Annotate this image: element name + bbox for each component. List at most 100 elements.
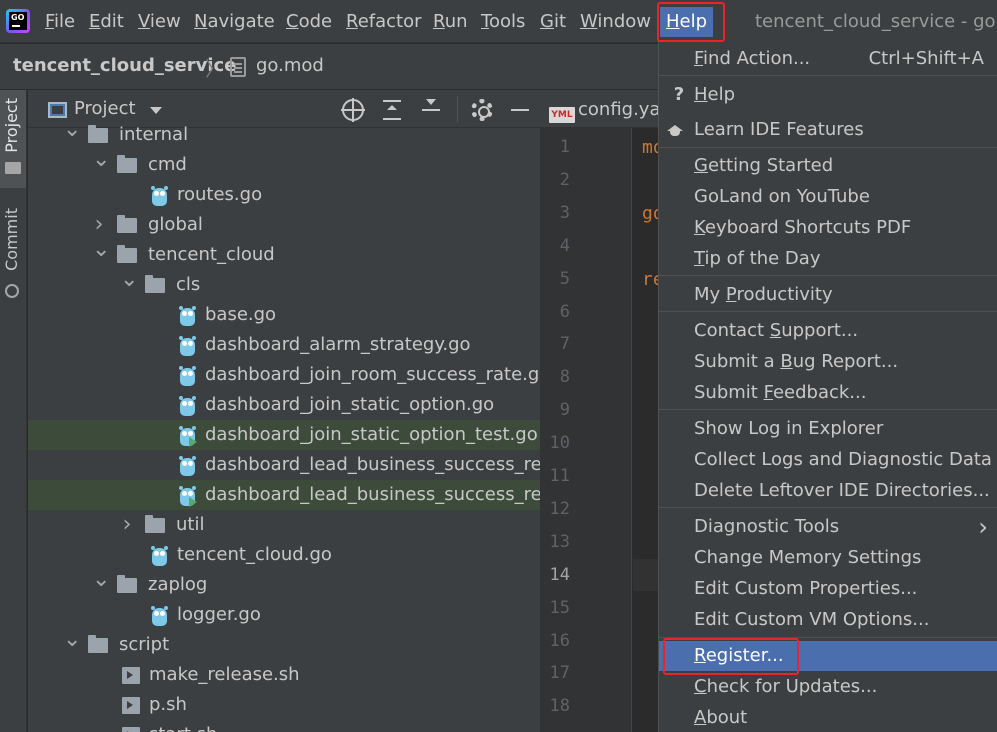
help-menu-item-diagnostic-tools[interactable]: Diagnostic Tools ›: [659, 512, 997, 542]
chevron-down-icon[interactable]: ⌄: [63, 625, 81, 655]
tree-row[interactable]: routes.go: [28, 180, 540, 210]
tree-row[interactable]: base.go: [28, 300, 540, 330]
help-menu-item-about[interactable]: About: [659, 703, 997, 732]
help-menu-item-collect-logs-and-diagnostic-data[interactable]: Collect Logs and Diagnostic Data: [659, 445, 997, 475]
menu-file[interactable]: File: [45, 9, 75, 35]
help-menu-item-check-for-updates[interactable]: Check for Updates...: [659, 672, 997, 702]
chevron-down-icon[interactable]: ⌄: [92, 235, 110, 265]
help-menu-item-submit-a-bug-report[interactable]: Submit a Bug Report...: [659, 347, 997, 377]
commit-tool-tab[interactable]: Commit: [0, 200, 26, 300]
help-menu-annotation-box: [657, 2, 725, 42]
go-file-icon: [179, 335, 196, 356]
menu-tools[interactable]: Tools: [481, 9, 525, 35]
line-number: 10: [549, 433, 570, 454]
menu-separator: [659, 75, 997, 76]
breadcrumb-project[interactable]: tencent_cloud_service: [13, 55, 236, 76]
help-menu-item-goland-on-youtube[interactable]: GoLand on YouTube: [659, 182, 997, 212]
menu-separator: [659, 507, 997, 508]
tree-item-label: util: [176, 514, 205, 535]
line-number: 6: [559, 301, 570, 322]
help-menu-item-my-productivity[interactable]: My Productivity: [659, 280, 997, 310]
menu-code[interactable]: Code: [286, 9, 332, 35]
chevron-down-icon[interactable]: ⌄: [92, 145, 110, 175]
tree-row[interactable]: ⌄ tencent_cloud: [28, 237, 540, 270]
menu-view[interactable]: View: [138, 9, 181, 35]
help-menu-item-tip-of-the-day[interactable]: Tip of the Day: [659, 244, 997, 274]
tree-row[interactable]: dashboard_join_static_option.go: [28, 390, 540, 420]
menu-window[interactable]: Window: [580, 9, 651, 35]
commit-tool-tab-label: Commit: [2, 208, 21, 271]
tree-item-label: dashboard_join_room_success_rate.go: [205, 364, 540, 385]
menu-separator: [659, 275, 997, 276]
minimize-icon[interactable]: [509, 99, 531, 121]
tree-row[interactable]: p.sh: [28, 690, 540, 720]
collapse-all-icon[interactable]: [420, 99, 442, 121]
help-menu-item-contact-support[interactable]: Contact Support...: [659, 316, 997, 346]
chevron-down-icon[interactable]: ⌄: [120, 265, 138, 295]
menu-navigate[interactable]: Navigate: [194, 9, 275, 35]
help-menu-item-edit-custom-properties[interactable]: Edit Custom Properties...: [659, 574, 997, 604]
tree-row[interactable]: start.sh: [28, 720, 540, 732]
tree-item-label: logger.go: [177, 604, 261, 625]
help-menu-item-getting-started[interactable]: Getting Started: [659, 151, 997, 181]
project-tool-tab[interactable]: Project: [0, 90, 26, 188]
menu-item-label: Help: [694, 84, 736, 105]
tree-row[interactable]: dashboard_join_room_success_rate.go: [28, 360, 540, 390]
toolbar-divider: [457, 96, 458, 122]
folder-icon: [145, 515, 165, 533]
menu-run[interactable]: Run: [433, 9, 468, 35]
tree-row[interactable]: › util: [28, 510, 540, 540]
help-menu-item-find-action[interactable]: Find Action... Ctrl+Shift+A: [659, 44, 997, 74]
tree-row[interactable]: ⌄ zaplog: [28, 567, 540, 600]
menu-refactor[interactable]: Refactor: [346, 9, 422, 35]
help-menu-item-submit-feedback[interactable]: Submit Feedback...: [659, 378, 997, 408]
line-number: 1: [559, 137, 570, 157]
locate-file-icon[interactable]: [341, 98, 365, 122]
tree-row[interactable]: dashboard_join_static_option_test.go: [28, 420, 540, 450]
chevron-down-icon[interactable]: ⌄: [92, 565, 110, 595]
tree-row[interactable]: ⌄ cls: [28, 267, 540, 300]
menu-item-label: Delete Leftover IDE Directories...: [694, 480, 990, 501]
help-menu-item-delete-leftover-ide-directories[interactable]: Delete Leftover IDE Directories...: [659, 476, 997, 506]
expand-all-icon[interactable]: [381, 99, 403, 121]
tree-row[interactable]: dashboard_lead_business_success_reate: [28, 450, 540, 480]
chevron-right-icon[interactable]: ›: [120, 510, 134, 540]
menu-item-label: Collect Logs and Diagnostic Data: [694, 449, 992, 470]
line-number: 3: [559, 202, 570, 223]
go-file-icon: [179, 395, 196, 416]
tree-row[interactable]: ⌄ cmd: [28, 147, 540, 180]
help-menu-item-keyboard-shortcuts-pdf[interactable]: Keyboard Shortcuts PDF: [659, 213, 997, 243]
help-menu-item-learn-ide-features[interactable]: Learn IDE Features: [659, 115, 997, 145]
tree-row[interactable]: dashboard_alarm_strategy.go: [28, 330, 540, 360]
help-menu-item-edit-custom-vm-options[interactable]: Edit Custom VM Options...: [659, 605, 997, 635]
chevron-down-icon[interactable]: [150, 107, 162, 114]
menu-item-label: My Productivity: [694, 284, 833, 305]
project-view-selector[interactable]: Project: [74, 98, 136, 119]
folder-icon: [117, 215, 137, 233]
graduation-cap-icon: [667, 125, 683, 136]
gear-icon[interactable]: [471, 99, 493, 121]
tree-item-label: dashboard_lead_business_success_reate: [205, 454, 540, 475]
tree-row[interactable]: make_release.sh: [28, 660, 540, 690]
chevron-down-icon[interactable]: ⌄: [63, 115, 81, 145]
yaml-file-icon: YML: [549, 107, 575, 123]
breadcrumb-file[interactable]: go.mod: [256, 55, 324, 76]
line-number: 5: [559, 268, 570, 289]
shell-script-icon: [122, 667, 140, 684]
menu-item-label: GoLand on YouTube: [694, 186, 870, 207]
help-menu-item-help[interactable]: ? Help: [659, 80, 997, 110]
folder-icon: [117, 155, 137, 173]
menu-edit[interactable]: Edit: [89, 9, 124, 35]
tree-row[interactable]: dashboard_lead_business_success_reate: [28, 480, 540, 510]
folder-icon: [145, 275, 165, 293]
menu-item-label: Change Memory Settings: [694, 547, 922, 568]
menu-git[interactable]: Git: [540, 9, 566, 35]
tree-row[interactable]: ⌄ script: [28, 627, 540, 660]
tree-item-label: cmd: [148, 154, 187, 175]
line-number: 8: [559, 367, 570, 388]
help-menu-item-change-memory-settings[interactable]: Change Memory Settings: [659, 543, 997, 573]
help-menu-item-show-log-in-explorer[interactable]: Show Log in Explorer: [659, 414, 997, 444]
line-number: 14: [549, 564, 570, 585]
tree-row[interactable]: logger.go: [28, 600, 540, 630]
menu-item-label: Edit Custom Properties...: [694, 578, 918, 599]
